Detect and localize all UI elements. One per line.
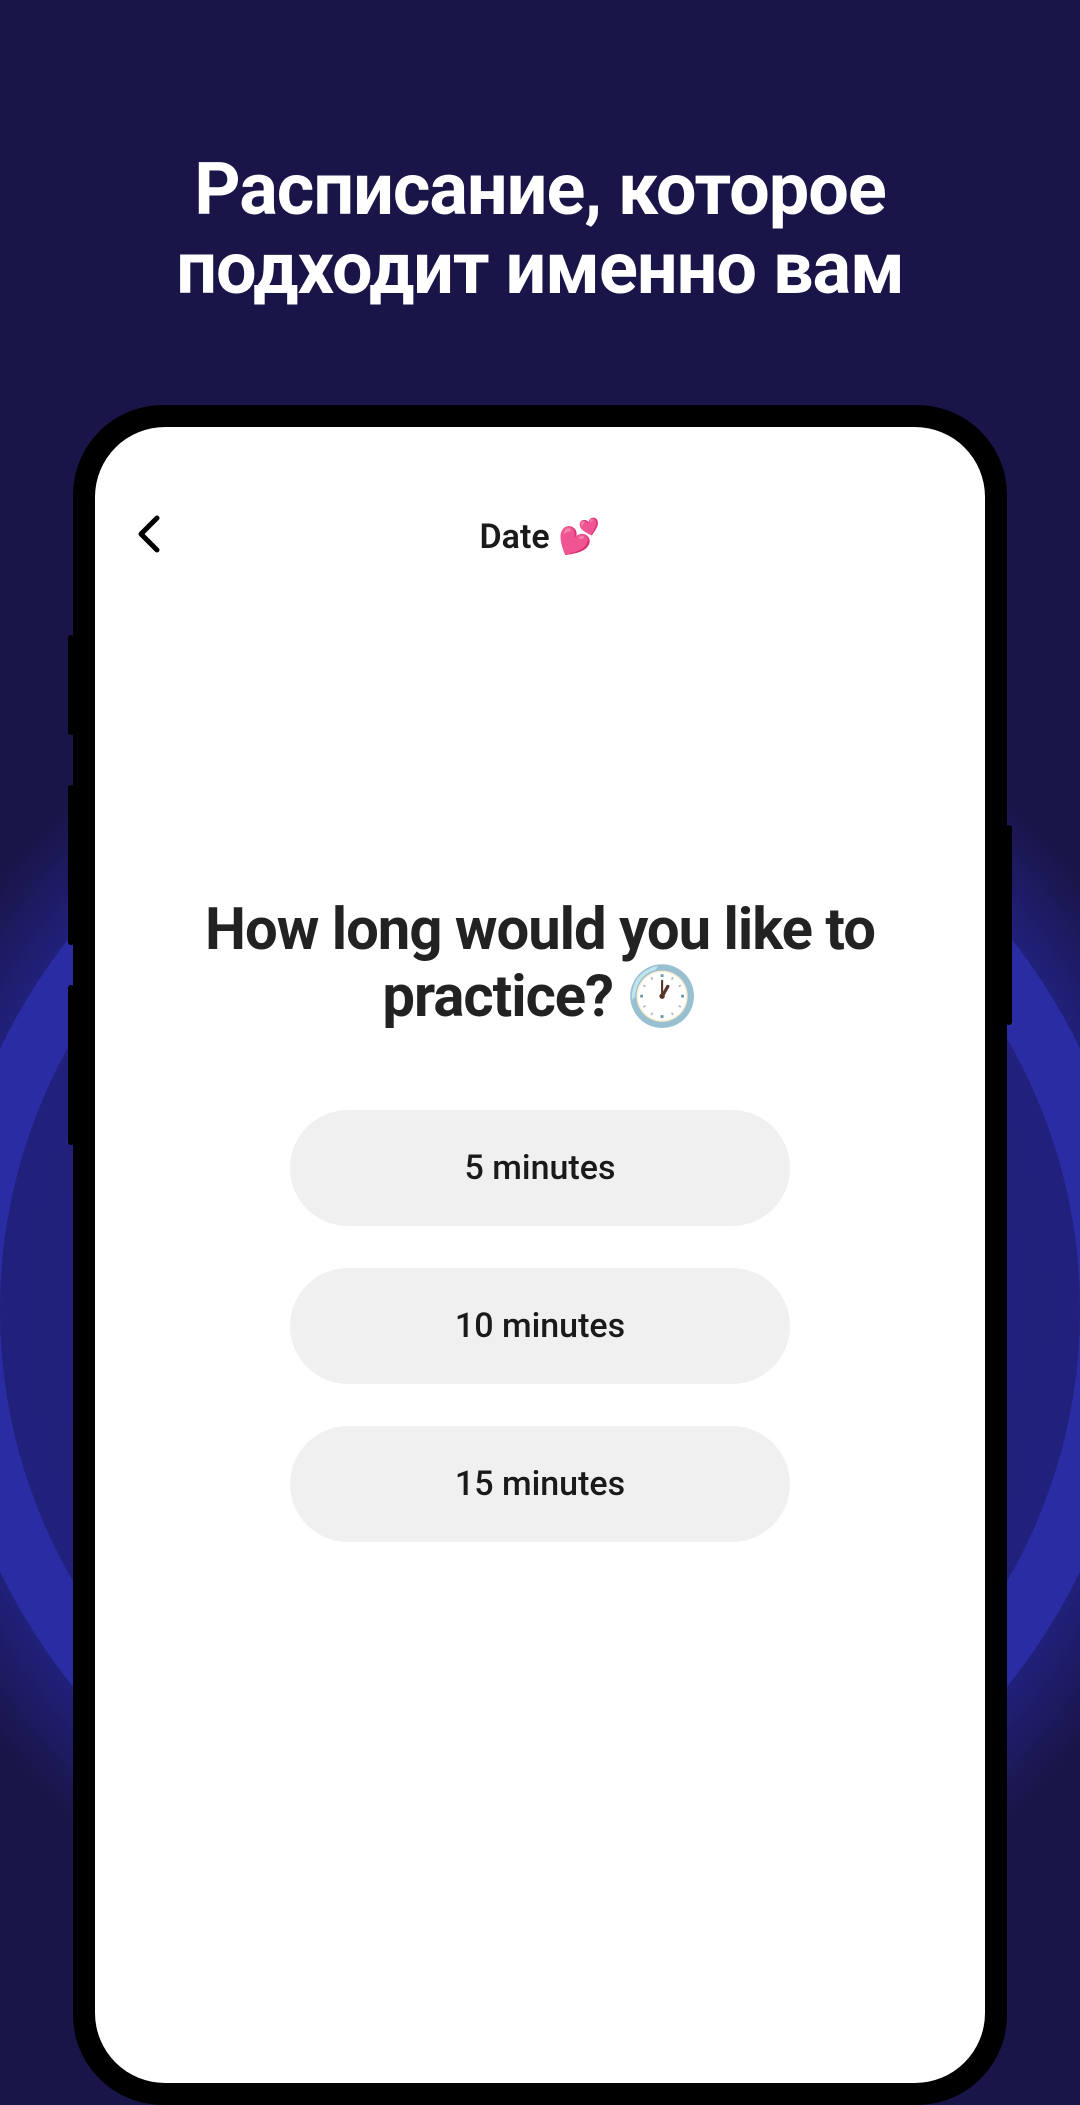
- chevron-left-icon: [135, 514, 163, 554]
- back-button[interactable]: [135, 514, 163, 561]
- phone-button-decoration: [1006, 825, 1012, 1025]
- promo-headline: Расписание, которое подходит именно вам: [0, 0, 1080, 308]
- phone-screen: Date 💕 How long would you like to practi…: [95, 427, 985, 2083]
- phone-button-decoration: [68, 985, 74, 1145]
- page-title: Date 💕: [135, 517, 945, 557]
- phone-mockup-frame: Date 💕 How long would you like to practi…: [73, 405, 1007, 2105]
- duration-option[interactable]: 15 minutes: [290, 1426, 790, 1542]
- options-list: 5 minutes 10 minutes 15 minutes: [155, 1110, 925, 1542]
- phone-button-decoration: [68, 635, 74, 735]
- app-body: How long would you like to practice? 🕐 5…: [95, 577, 985, 1542]
- question-heading: How long would you like to practice? 🕐: [155, 897, 925, 1030]
- duration-option[interactable]: 5 minutes: [290, 1110, 790, 1226]
- phone-button-decoration: [68, 785, 74, 945]
- duration-option[interactable]: 10 minutes: [290, 1268, 790, 1384]
- app-header: Date 💕: [95, 427, 985, 577]
